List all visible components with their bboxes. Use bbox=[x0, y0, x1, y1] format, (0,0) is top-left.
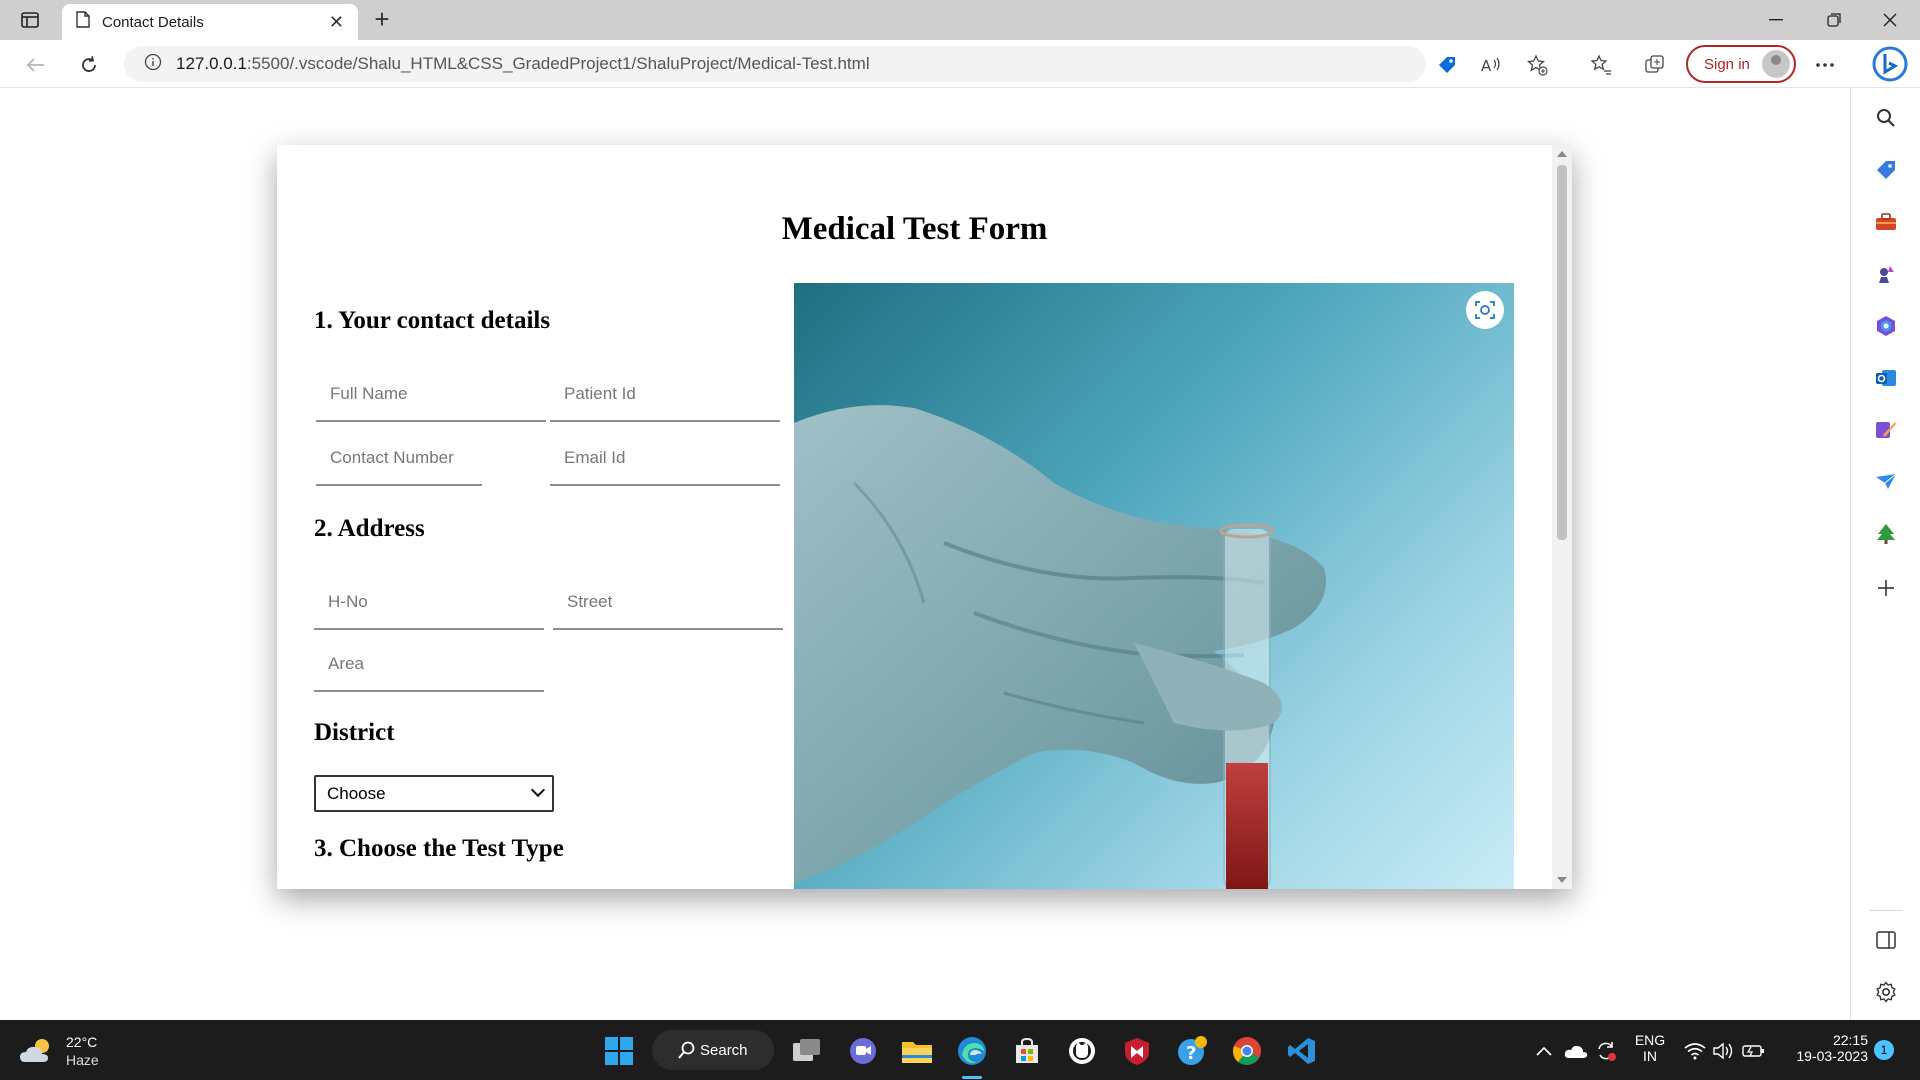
page-title: Medical Test Form bbox=[781, 211, 1048, 247]
search-icon bbox=[678, 1041, 696, 1063]
url-host: 127.0.0.1 bbox=[176, 54, 247, 73]
address-bar[interactable]: 127.0.0.1:5500/.vscode/Shalu_HTML&CSS_Gr… bbox=[124, 46, 1426, 82]
weather-widget[interactable]: 22°C Haze bbox=[20, 1032, 110, 1070]
page-scrollbar[interactable] bbox=[1552, 145, 1572, 889]
shopping-tag-icon[interactable] bbox=[1434, 52, 1460, 78]
new-tab-icon[interactable]: + bbox=[368, 6, 396, 34]
avatar bbox=[1762, 50, 1790, 78]
sign-in-label: Sign in bbox=[1704, 55, 1750, 73]
outlook-icon[interactable] bbox=[1872, 364, 1900, 392]
gloved-hand-test-tube-illustration bbox=[794, 405, 1326, 889]
help-icon[interactable]: ? bbox=[1175, 1034, 1209, 1068]
clock-date: 19-03-2023 bbox=[1796, 1048, 1868, 1064]
edge-sidebar bbox=[1850, 88, 1920, 1020]
region-code: IN bbox=[1643, 1048, 1657, 1064]
drop-icon[interactable] bbox=[1872, 468, 1900, 496]
district-select[interactable]: Choose bbox=[314, 775, 554, 812]
show-hidden-icons-icon[interactable] bbox=[1528, 1034, 1560, 1068]
favorites-icon[interactable] bbox=[1588, 52, 1614, 78]
vscode-icon[interactable] bbox=[1285, 1034, 1319, 1068]
weather-description: Haze bbox=[66, 1052, 99, 1068]
windows-taskbar: 22°C Haze Search ? ENG IN 22:15 19-03-20… bbox=[0, 1020, 1920, 1080]
back-arrow-icon[interactable] bbox=[20, 50, 50, 80]
notification-badge[interactable]: 1 bbox=[1874, 1040, 1894, 1060]
browser-toolbar: 127.0.0.1:5500/.vscode/Shalu_HTML&CSS_Gr… bbox=[0, 40, 1920, 88]
url-path: :5500/.vscode/Shalu_HTML&CSS_GradedProje… bbox=[246, 54, 870, 73]
tree-icon[interactable] bbox=[1872, 520, 1900, 548]
clock[interactable]: 22:15 19-03-2023 bbox=[1774, 1032, 1868, 1064]
close-tab-icon[interactable]: ✕ bbox=[329, 12, 344, 33]
tab-bar: Contact Details ✕ + bbox=[0, 0, 1920, 40]
h-no-input[interactable] bbox=[314, 576, 544, 630]
page-content: Medical Test Form 1. Your contact detail… bbox=[277, 145, 1572, 889]
language-code: ENG bbox=[1634, 1032, 1666, 1048]
settings-gear-icon[interactable] bbox=[1872, 978, 1900, 1006]
wifi-icon[interactable] bbox=[1680, 1034, 1710, 1068]
mcafee-icon[interactable] bbox=[1120, 1034, 1154, 1068]
section-heading-test-type: 3. Choose the Test Type bbox=[314, 835, 564, 862]
teams-chat-icon[interactable] bbox=[846, 1034, 880, 1068]
clock-time: 22:15 bbox=[1832, 1032, 1868, 1048]
search-icon[interactable] bbox=[1872, 104, 1900, 132]
svg-text:A: A bbox=[1481, 57, 1492, 75]
active-app-indicator bbox=[962, 1076, 982, 1079]
visual-search-icon[interactable] bbox=[1466, 291, 1504, 329]
add-sidebar-app-icon[interactable] bbox=[1872, 574, 1900, 602]
refresh-icon[interactable] bbox=[74, 50, 104, 80]
cloud-sun-icon bbox=[20, 1036, 56, 1071]
close-window-icon[interactable] bbox=[1870, 6, 1910, 34]
volume-icon[interactable] bbox=[1708, 1034, 1738, 1068]
chevron-down-icon bbox=[530, 782, 546, 798]
section-heading-address: 2. Address bbox=[314, 515, 425, 542]
email-id-input[interactable] bbox=[550, 432, 780, 486]
more-menu-icon[interactable] bbox=[1812, 52, 1838, 78]
scroll-down-icon[interactable] bbox=[1557, 877, 1567, 883]
weather-temperature: 22°C bbox=[66, 1034, 98, 1050]
tools-icon[interactable] bbox=[1872, 208, 1900, 236]
microsoft-store-icon[interactable] bbox=[1010, 1034, 1044, 1068]
read-aloud-icon[interactable]: A bbox=[1478, 52, 1504, 78]
github-icon[interactable] bbox=[1065, 1034, 1099, 1068]
shopping-icon[interactable] bbox=[1872, 156, 1900, 184]
scroll-thumb[interactable] bbox=[1557, 165, 1567, 540]
section-heading-district: District bbox=[314, 719, 395, 746]
games-icon[interactable] bbox=[1872, 260, 1900, 288]
sync-icon[interactable] bbox=[1590, 1034, 1622, 1068]
battery-icon[interactable] bbox=[1738, 1034, 1770, 1068]
hide-sidebar-icon[interactable] bbox=[1872, 926, 1900, 954]
minimize-icon[interactable] bbox=[1756, 6, 1796, 34]
tab-contact-details[interactable]: Contact Details ✕ bbox=[62, 4, 358, 40]
task-view-icon[interactable] bbox=[790, 1034, 824, 1068]
windows-start-icon[interactable] bbox=[602, 1034, 636, 1068]
taskbar-search-button[interactable]: Search bbox=[652, 1030, 774, 1070]
sidebar-divider bbox=[1869, 910, 1903, 911]
street-input[interactable] bbox=[553, 576, 783, 630]
language-indicator[interactable]: ENG IN bbox=[1630, 1032, 1670, 1064]
microsoft-365-icon[interactable] bbox=[1872, 312, 1900, 340]
onedrive-icon[interactable] bbox=[1560, 1034, 1592, 1068]
contact-number-input[interactable] bbox=[316, 432, 482, 486]
chrome-icon[interactable] bbox=[1230, 1034, 1264, 1068]
district-select-value: Choose bbox=[327, 783, 386, 803]
file-explorer-icon[interactable] bbox=[900, 1034, 934, 1068]
bing-chat-icon[interactable] bbox=[1870, 44, 1910, 84]
full-name-input[interactable] bbox=[316, 368, 546, 422]
patient-id-input[interactable] bbox=[550, 368, 780, 422]
area-input[interactable] bbox=[314, 638, 544, 692]
svg-text:?: ? bbox=[1186, 1043, 1196, 1064]
section-heading-contact: 1. Your contact details bbox=[314, 307, 551, 334]
tab-title: Contact Details bbox=[102, 13, 204, 31]
page-icon bbox=[76, 11, 90, 33]
restore-icon[interactable] bbox=[1814, 6, 1854, 34]
edge-browser-icon[interactable] bbox=[955, 1034, 989, 1068]
tab-actions-icon[interactable] bbox=[16, 8, 44, 32]
add-favorite-icon[interactable] bbox=[1524, 52, 1550, 78]
sign-in-button[interactable]: Sign in bbox=[1686, 45, 1796, 83]
designer-icon[interactable] bbox=[1872, 416, 1900, 444]
medical-test-image bbox=[794, 283, 1514, 889]
collections-icon[interactable] bbox=[1642, 52, 1668, 78]
scroll-up-icon[interactable] bbox=[1557, 151, 1567, 157]
site-info-icon[interactable] bbox=[144, 53, 162, 76]
taskbar-search-label: Search bbox=[700, 1041, 748, 1059]
